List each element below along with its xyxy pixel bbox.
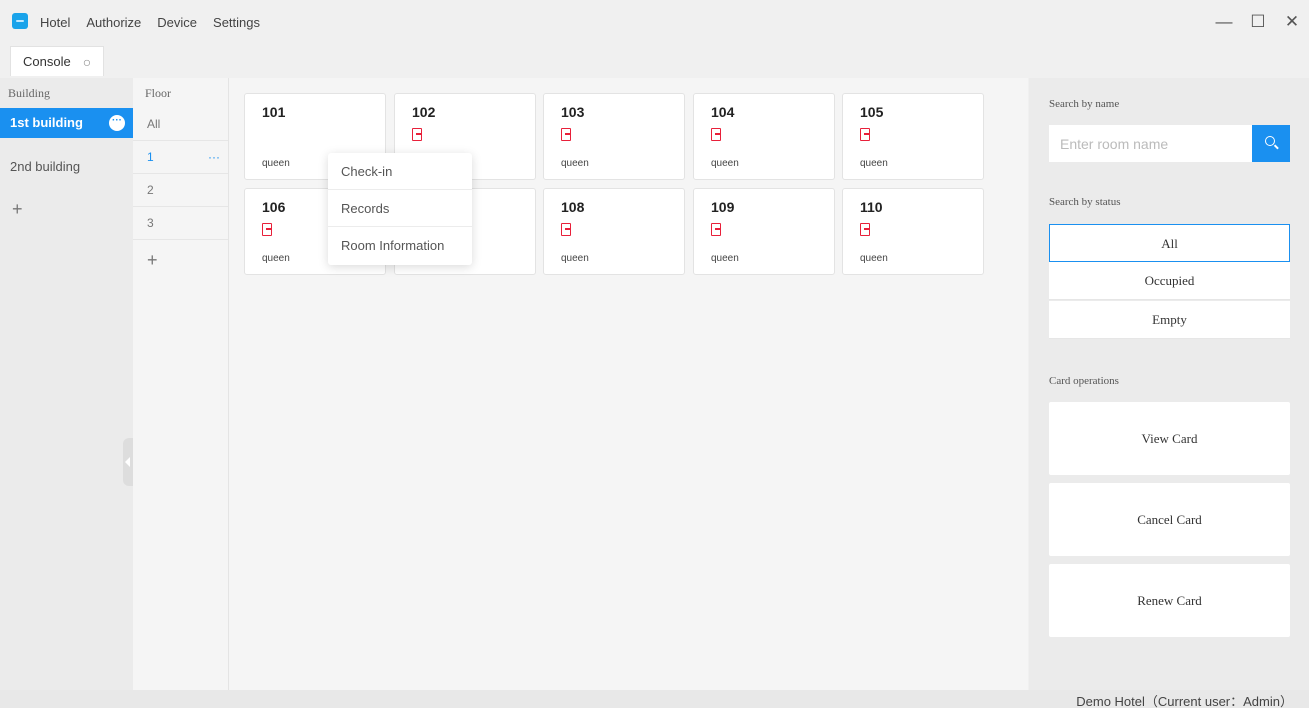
room-type: queen (561, 158, 589, 169)
floor-item-all[interactable]: All (133, 108, 228, 141)
room-number: 108 (561, 199, 585, 215)
menu-hotel[interactable]: Hotel (40, 15, 70, 30)
checkout-door-icon (860, 223, 870, 236)
checkout-door-icon (711, 223, 721, 236)
checkout-door-icon (561, 223, 571, 236)
card-operations-label: Card operations (1049, 375, 1119, 387)
collapse-handle[interactable] (123, 438, 133, 486)
status-text: Demo Hotel（Current user：Admin） (1076, 694, 1293, 708)
menu-authorize[interactable]: Authorize (86, 15, 141, 30)
building-item-label: 1st building (10, 115, 83, 130)
room-number: 102 (412, 104, 436, 120)
floor-item-1[interactable]: 1 ··· (133, 141, 228, 174)
refresh-icon[interactable]: ○ (83, 54, 91, 70)
floor-item-2[interactable]: 2 (133, 174, 228, 207)
room-type: queen (860, 253, 888, 264)
room-type: queen (711, 158, 739, 169)
room-type: queen (711, 253, 739, 264)
room-card[interactable]: 110 queen (842, 188, 984, 275)
filter-panel: Search by name Search by status All Occu… (1029, 78, 1309, 690)
room-number: 101 (262, 104, 286, 120)
cancel-card-button[interactable]: Cancel Card (1049, 483, 1290, 556)
more-options-icon[interactable]: ··· (109, 115, 125, 131)
room-number: 110 (860, 199, 883, 215)
building-item-2nd[interactable]: 2nd building (0, 152, 133, 182)
room-card[interactable]: 105 queen (842, 93, 984, 180)
room-type: queen (262, 158, 290, 169)
title-bar: Hotel Authorize Device Settings — ☐ ✕ (0, 0, 1309, 44)
floor-header: Floor (145, 86, 172, 100)
menu-settings[interactable]: Settings (213, 15, 260, 30)
room-card[interactable]: 104 queen (693, 93, 835, 180)
view-card-button[interactable]: View Card (1049, 402, 1290, 475)
more-options-icon[interactable]: ··· (208, 141, 220, 174)
search-box (1049, 125, 1290, 162)
close-icon[interactable]: ✕ (1275, 0, 1309, 44)
building-item-1st[interactable]: 1st building ··· (0, 108, 133, 138)
checkout-door-icon (262, 223, 272, 236)
room-type: queen (561, 253, 589, 264)
floor-column: Floor All 1 ··· 2 3 + (133, 78, 229, 690)
floor-item-3[interactable]: 3 (133, 207, 228, 240)
room-number: 103 (561, 104, 585, 120)
building-column: Building 1st building ··· 2nd building + (0, 78, 133, 690)
search-icon (1265, 136, 1275, 146)
status-bar: Demo Hotel（Current user：Admin） (0, 690, 1309, 708)
menu-item-room-information[interactable]: Room Information (328, 227, 472, 264)
minimize-icon[interactable]: — (1207, 0, 1241, 44)
renew-card-button[interactable]: Renew Card (1049, 564, 1290, 637)
room-type: queen (262, 253, 290, 264)
menu-bar: Hotel Authorize Device Settings (40, 0, 276, 44)
add-building-button[interactable]: + (0, 196, 133, 222)
menu-device[interactable]: Device (157, 15, 197, 30)
status-filter-occupied[interactable]: Occupied (1049, 262, 1290, 300)
room-context-menu: Check-in Records Room Information (328, 153, 472, 265)
add-floor-button[interactable]: + (133, 240, 228, 280)
building-item-label: 2nd building (10, 159, 81, 174)
tab-bar: Console ○ (0, 44, 1309, 78)
search-by-status-label: Search by status (1049, 196, 1121, 208)
maximize-icon[interactable]: ☐ (1241, 0, 1275, 44)
checkout-door-icon (860, 128, 870, 141)
menu-item-check-in[interactable]: Check-in (328, 153, 472, 190)
window-controls: — ☐ ✕ (1207, 0, 1309, 44)
checkout-door-icon (561, 128, 571, 141)
room-number: 104 (711, 104, 735, 120)
checkout-door-icon (711, 128, 721, 141)
room-number: 109 (711, 199, 735, 215)
search-button[interactable] (1252, 125, 1290, 162)
checkout-door-icon (412, 128, 422, 141)
room-card[interactable]: 103 queen (543, 93, 685, 180)
status-filter-empty[interactable]: Empty (1049, 301, 1290, 339)
room-card[interactable]: 109 queen (693, 188, 835, 275)
floor-item-label: 1 (147, 150, 154, 164)
building-header: Building (8, 86, 51, 100)
room-card[interactable]: 108 queen (543, 188, 685, 275)
tab-console-label: Console (23, 54, 71, 69)
app-logo-icon (12, 13, 28, 29)
search-input[interactable] (1049, 125, 1252, 162)
room-number: 106 (262, 199, 286, 215)
room-number: 105 (860, 104, 884, 120)
menu-item-records[interactable]: Records (328, 190, 472, 227)
status-filter-all[interactable]: All (1049, 224, 1290, 262)
room-type: queen (860, 158, 888, 169)
tab-console[interactable]: Console ○ (10, 46, 105, 76)
search-by-name-label: Search by name (1049, 98, 1120, 110)
